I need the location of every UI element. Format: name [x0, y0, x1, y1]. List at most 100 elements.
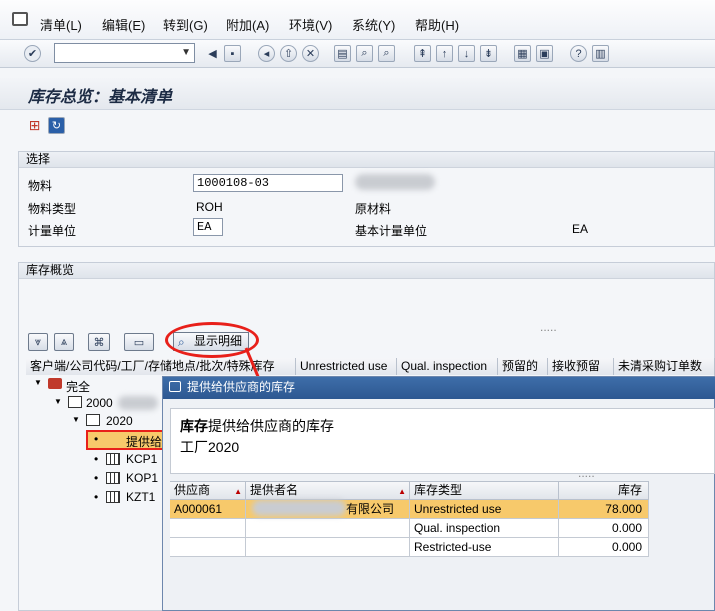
- popup-splitter-dots[interactable]: .....: [578, 466, 595, 480]
- material-type-desc: 原材料: [355, 202, 392, 216]
- overview-col-5[interactable]: 未清采购订单数: [614, 358, 715, 375]
- col-vendor-name-label: 提供者名: [250, 483, 299, 497]
- find-next-icon[interactable]: ⌕: [378, 45, 395, 62]
- prev-page-icon[interactable]: ↑: [436, 45, 453, 62]
- tree-complete[interactable]: 完全: [66, 378, 90, 395]
- popup-cell-vendor-name[interactable]: [246, 519, 410, 538]
- exit-icon[interactable]: ⇧: [280, 45, 297, 62]
- tree-toggle-plant[interactable]: ▼: [72, 415, 80, 424]
- hierarchy-icon[interactable]: ⊞: [26, 117, 43, 134]
- tree-plant[interactable]: 2020: [106, 414, 133, 428]
- overview-col-3[interactable]: 预留的: [498, 358, 548, 375]
- client-icon: [48, 378, 62, 389]
- tree-bullet: •: [94, 471, 99, 485]
- popup-cell-stock-type[interactable]: Qual. inspection: [410, 519, 559, 538]
- plant-icon: [86, 414, 100, 426]
- popup-cell-vendor[interactable]: A000061: [170, 500, 246, 519]
- tree-company[interactable]: 2000: [86, 396, 113, 410]
- popup-cell-vendor[interactable]: [170, 538, 246, 557]
- uom-label: 计量单位: [28, 224, 77, 238]
- last-page-icon[interactable]: ⇟: [480, 45, 497, 62]
- material-type-value: ROH: [196, 200, 223, 214]
- popup-title-bar[interactable]: 提供给供应商的库存: [163, 377, 715, 399]
- popup-heading-bold: 库存: [180, 418, 208, 434]
- tree-supplier-node[interactable]: 提供给: [126, 433, 162, 450]
- popup-plant-line: 工厂2020: [180, 439, 240, 455]
- cancel-icon[interactable]: ✕: [302, 45, 319, 62]
- popup-cell-vendor[interactable]: [170, 519, 246, 538]
- col-vendor[interactable]: 供应商 ▲: [170, 482, 246, 500]
- back-icon[interactable]: ◂: [258, 45, 275, 62]
- menu-item-1[interactable]: 编辑(E): [102, 15, 145, 34]
- material-label: 物料: [28, 179, 53, 193]
- popup-icon: [169, 381, 181, 392]
- menu-item-4[interactable]: 环境(V): [289, 15, 332, 34]
- menu-item-6[interactable]: 帮助(H): [415, 15, 459, 34]
- collapse-all-icon[interactable]: ⩓: [54, 333, 74, 351]
- next-page-icon[interactable]: ↓: [458, 45, 475, 62]
- binoculars-icon[interactable]: ⌘: [88, 333, 110, 351]
- company-icon: [68, 396, 82, 408]
- popup-heading-rest: 提供给供应商的库存: [208, 418, 334, 434]
- selection-title: 选择: [19, 152, 714, 168]
- tree-toggle-complete[interactable]: ▼: [34, 378, 42, 387]
- col-vendor-name[interactable]: 提供者名 ▲: [246, 482, 410, 500]
- print-icon[interactable]: ▤: [334, 45, 351, 62]
- expand-all-icon[interactable]: ⩔: [28, 333, 48, 351]
- col-stock-type[interactable]: 库存类型: [410, 482, 559, 500]
- popup-cell-stock[interactable]: 0.000: [559, 538, 649, 557]
- popup-cell-stock[interactable]: 0.000: [559, 519, 649, 538]
- sort-icon: ▲: [234, 487, 242, 496]
- refresh-icon[interactable]: ↻: [48, 117, 65, 134]
- overview-col-2[interactable]: Qual. inspection: [397, 358, 498, 375]
- tree-toggle-company[interactable]: ▼: [54, 397, 62, 406]
- print-list-icon[interactable]: ▭: [124, 333, 154, 351]
- enter-check-icon[interactable]: ✔: [24, 45, 41, 62]
- save-icon[interactable]: ▪: [224, 45, 241, 62]
- shortcut-icon[interactable]: ▣: [536, 45, 553, 62]
- overview-col-1[interactable]: Unrestricted use: [296, 358, 397, 375]
- vendor-name-redacted: [252, 500, 346, 516]
- popup-title: 提供给供应商的库存: [187, 380, 296, 394]
- new-session-icon[interactable]: ▦: [514, 45, 531, 62]
- menu-item-0[interactable]: 清单(L): [40, 15, 82, 34]
- tree-location-2[interactable]: KZT1: [126, 490, 155, 504]
- popup-cell-stock-type[interactable]: Restricted-use: [410, 538, 559, 557]
- popup-heading: 库存提供给供应商的库存: [180, 416, 334, 436]
- col-stock-label: 库存: [617, 483, 642, 497]
- page-title: 库存总览：基本清单: [28, 87, 173, 106]
- col-stock[interactable]: 库存: [559, 482, 649, 500]
- material-type-label: 物料类型: [28, 202, 77, 216]
- storage-location-icon: [106, 491, 120, 503]
- chevron-down-icon[interactable]: ▼: [181, 47, 191, 58]
- splitter-dots[interactable]: .....: [540, 320, 557, 334]
- company-name-redacted: [118, 396, 158, 410]
- uom-field[interactable]: EA: [193, 218, 223, 236]
- menu-item-3[interactable]: 附加(A): [226, 15, 269, 34]
- find-icon[interactable]: ⌕: [356, 45, 373, 62]
- overview-col-4[interactable]: 接收预留: [548, 358, 614, 375]
- first-page-icon[interactable]: ⇞: [414, 45, 431, 62]
- col-stock-type-label: 库存类型: [414, 483, 463, 497]
- tree-bullet: •: [94, 452, 99, 466]
- menu-item-2[interactable]: 转到(G): [163, 15, 208, 34]
- sap-menu-icon[interactable]: [12, 12, 28, 26]
- popup-cell-vendor-name[interactable]: [246, 538, 410, 557]
- command-field[interactable]: ▼: [54, 43, 195, 63]
- material-field[interactable]: 1000108-03: [193, 174, 343, 192]
- overview-title: 库存概览: [19, 263, 714, 279]
- sort-icon: ▲: [398, 487, 406, 496]
- popup-cell-stock[interactable]: 78.000: [559, 500, 649, 519]
- storage-location-icon: [106, 453, 120, 465]
- storage-location-icon: [106, 472, 120, 484]
- popup-cell-stock-type[interactable]: Unrestricted use: [410, 500, 559, 519]
- back-triangle-icon[interactable]: ◀: [204, 45, 221, 62]
- layout-icon[interactable]: ▥: [592, 45, 609, 62]
- tree-bullet: •: [94, 432, 99, 446]
- tree-location-0[interactable]: KCP1: [126, 452, 157, 466]
- tree-location-1[interactable]: KOP1: [126, 471, 158, 485]
- help-icon[interactable]: ?: [570, 45, 587, 62]
- col-vendor-label: 供应商: [174, 483, 211, 497]
- material-desc-redacted: [355, 174, 435, 190]
- menu-item-5[interactable]: 系统(Y): [352, 15, 395, 34]
